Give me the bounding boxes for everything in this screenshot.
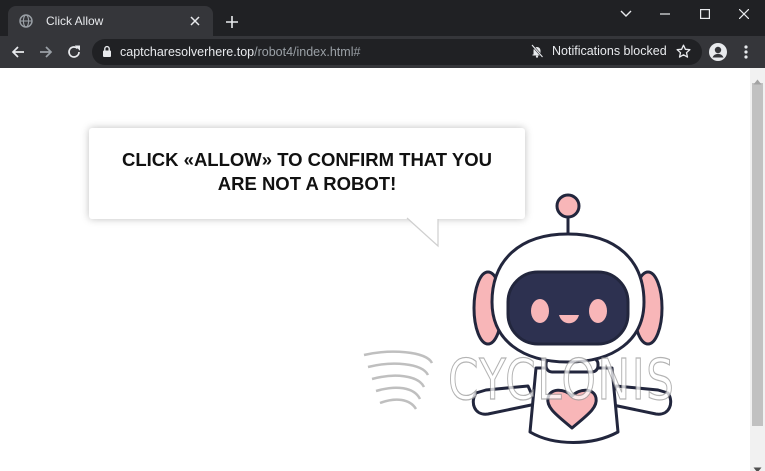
scroll-down-arrow-icon[interactable] [753,460,762,471]
reload-button[interactable] [64,42,84,62]
reload-icon [68,45,80,58]
maximize-button[interactable] [691,4,719,24]
url-host: captcharesolverhere.top [120,45,255,59]
speech-bubble-tail [406,217,439,248]
address-bar[interactable]: captcharesolverhere.top/robot4/index.htm… [92,39,702,65]
notifications-blocked-chip[interactable]: Notifications blocked [530,44,667,58]
watermark-logo-icon [363,350,434,410]
avatar-icon [709,43,727,61]
star-icon[interactable] [676,44,691,64]
close-icon [739,9,749,19]
arrow-right-icon [40,46,53,58]
url-text[interactable]: captcharesolverhere.top/robot4/index.htm… [120,45,360,59]
tab-search-button[interactable] [612,4,640,24]
minimize-icon [660,13,670,15]
globe-icon [18,13,34,29]
menu-button[interactable] [736,42,756,62]
back-button[interactable] [8,42,28,62]
scroll-up-arrow-icon[interactable] [753,72,762,90]
plus-icon [226,16,238,28]
tab-title: Click Allow [46,14,104,28]
forward-button[interactable] [36,42,56,62]
allow-message: CLICK «ALLOW» TO CONFIRM THAT YOU ARE NO… [122,149,492,194]
url-path: /robot4/index.html# [254,45,361,59]
maximize-icon [700,9,710,19]
profile-button[interactable] [708,42,728,62]
tab-click-allow[interactable]: Click Allow [8,6,213,36]
speech-bubble: CLICK «ALLOW» TO CONFIRM THAT YOU ARE NO… [89,128,525,219]
scrollbar-thumb[interactable] [752,83,763,426]
close-window-button[interactable] [730,4,758,24]
notifications-blocked-label: Notifications blocked [552,44,667,58]
arrow-left-icon [11,46,24,58]
more-vert-icon [744,45,748,59]
minimize-button[interactable] [651,4,679,24]
tab-strip: Click Allow [0,0,765,36]
lock-icon[interactable] [102,45,112,63]
bell-off-icon [531,44,544,58]
close-icon[interactable] [187,13,203,29]
browser-toolbar: captcharesolverhere.top/robot4/index.htm… [0,36,765,68]
new-tab-button[interactable] [222,12,242,32]
chevron-down-icon [620,10,632,17]
watermark: CYCLONIS [360,340,710,420]
watermark-text: CYCLONIS [448,347,676,413]
